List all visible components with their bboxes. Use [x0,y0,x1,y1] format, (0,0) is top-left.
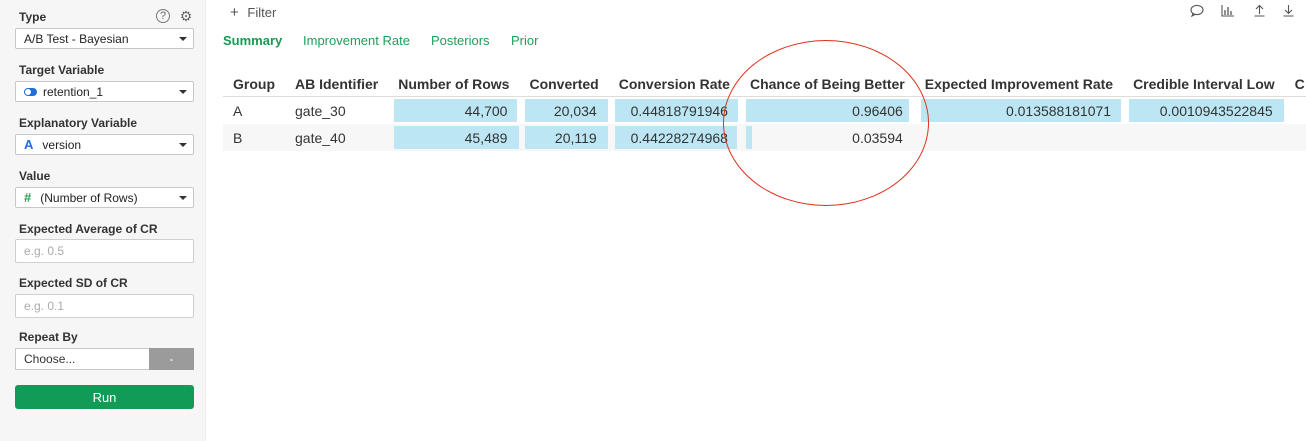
explanatory-variable-select[interactable]: A version [15,134,194,155]
cell-value: 0.03594 [852,129,903,146]
chevron-down-icon [179,196,187,200]
upload-icon[interactable] [1253,4,1266,17]
column-header-truncated[interactable]: C [1285,72,1306,97]
number-type-icon: # [24,190,32,205]
cell-value: 0.96406 [852,102,903,119]
cell-credible-interval-low [1123,124,1285,151]
cell-value: 45,489 [464,129,508,146]
settings-icon[interactable]: ⚙ [179,8,193,24]
expected-average-label: Expected Average of CR [19,222,158,236]
target-variable-value: retention_1 [43,84,104,99]
toggle-icon [24,87,37,96]
cell-group: A [223,96,285,124]
value-select[interactable]: # (Number of Rows) [15,187,194,208]
tab-prior[interactable]: Prior [511,33,538,48]
target-variable-select[interactable]: retention_1 [15,81,194,102]
plus-icon: + [230,4,239,21]
expected-average-input[interactable] [15,239,194,263]
chevron-down-icon [179,143,187,147]
sidebar: Type ? ⚙ A/B Test - Bayesian Target Vari… [0,0,206,441]
cell-converted: 20,119 [519,124,609,151]
table-header-row: Group AB Identifier Number of Rows Conve… [223,72,1306,97]
download-icon[interactable] [1282,4,1295,17]
column-header-conversion-rate[interactable]: Conversion Rate [609,72,740,97]
value-label: Value [19,169,51,183]
cell-conversion-rate: 0.44228274968 [608,124,740,151]
chevron-down-icon [179,37,187,41]
filter-button[interactable]: + Filter [230,4,276,21]
target-variable-label: Target Variable [19,63,105,77]
type-select[interactable]: A/B Test - Bayesian [15,28,194,49]
tab-improvement-rate[interactable]: Improvement Rate [303,33,410,48]
cell-truncated [1284,96,1306,124]
comment-icon[interactable] [1190,4,1204,17]
help-icon[interactable]: ? [156,9,170,23]
cell-value: 20,119 [554,129,597,146]
cell-chance-of-being-better: 0.96406 [739,96,915,124]
cell-expected-improvement-rate: 0.013588181071 [914,96,1124,124]
chevron-down-icon [179,90,187,94]
cell-value: 0.0010943522845 [1159,102,1273,119]
column-header-chance-of-being-better[interactable]: Chance of Being Better [740,72,915,97]
expected-sd-label: Expected SD of CR [19,276,128,290]
run-button[interactable]: Run [15,385,194,409]
column-header-group[interactable]: Group [223,72,285,97]
cell-value: 20,034 [553,102,597,119]
explanatory-variable-label: Explanatory Variable [19,116,138,130]
cell-value: 44,700 [464,102,508,119]
cell-number-of-rows: 45,489 [388,124,520,151]
repeat-by-select[interactable]: Choose... [15,348,150,370]
text-type-icon: A [24,137,34,152]
cell-value: 0.44228274968 [630,129,728,146]
cell-value: 0.013588181071 [1005,102,1112,119]
summary-table: Group AB Identifier Number of Rows Conve… [223,72,1306,151]
repeat-by-label: Repeat By [19,330,78,344]
type-label: Type [19,10,47,24]
cell-chance-of-being-better: 0.03594 [739,124,915,151]
cell-converted: 20,034 [519,96,609,124]
expected-sd-input[interactable] [15,294,194,318]
column-header-ab-identifier[interactable]: AB Identifier [285,72,388,97]
cell-group: B [223,124,285,151]
repeat-by-value: Choose... [24,352,76,366]
tab-summary[interactable]: Summary [223,33,282,48]
filter-label: Filter [247,5,277,20]
cell-ab-identifier: gate_40 [285,124,389,151]
cell-ab-identifier: gate_30 [285,96,389,124]
cell-value: 0.44818791946 [630,102,728,119]
table-row: A gate_30 44,700 20,034 0.44818791946 0.… [223,96,1306,124]
type-select-value: A/B Test - Bayesian [24,31,129,46]
value-select-value: (Number of Rows) [40,190,138,205]
cell-conversion-rate: 0.44818791946 [608,96,740,124]
column-header-expected-improvement-rate[interactable]: Expected Improvement Rate [915,72,1123,97]
cell-number-of-rows: 44,700 [388,96,520,124]
cell-truncated [1284,124,1306,151]
column-header-number-of-rows[interactable]: Number of Rows [388,72,519,97]
column-header-credible-interval-low[interactable]: Credible Interval Low [1123,72,1285,97]
explanatory-variable-value: version [42,137,82,152]
table-row: B gate_40 45,489 20,119 0.44228274968 0.… [223,124,1306,151]
cell-expected-improvement-rate [914,124,1124,151]
tab-posteriors[interactable]: Posteriors [431,33,490,48]
repeat-by-remove-button[interactable]: - [149,348,194,370]
chart-icon[interactable] [1221,4,1235,17]
column-header-converted[interactable]: Converted [519,72,608,97]
cell-credible-interval-low: 0.0010943522845 [1123,96,1285,124]
